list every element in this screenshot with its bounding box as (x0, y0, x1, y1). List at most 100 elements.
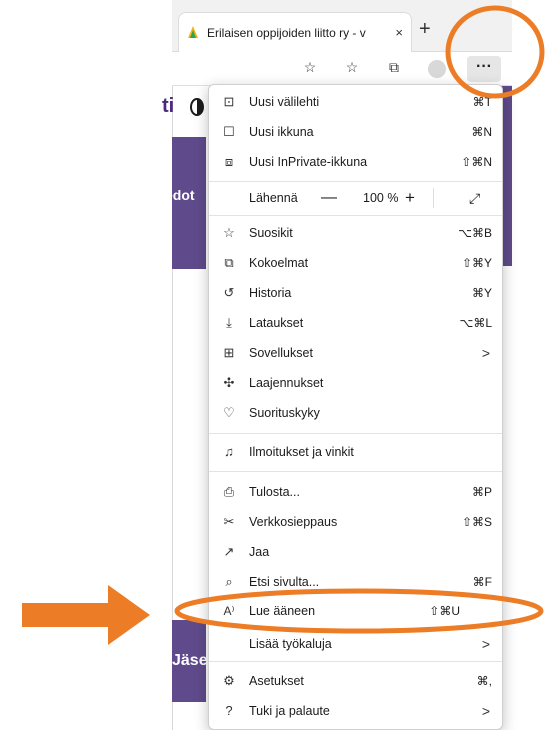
menu-item-share[interactable]: ↗ Jaa (209, 537, 502, 567)
menu-item-label: Suosikit (249, 226, 293, 240)
menu-item-more-tools[interactable]: Lisää työkaluja > (209, 629, 502, 659)
find-icon: ⌕ (225, 574, 233, 589)
menu-item-label: Sovellukset (249, 346, 313, 360)
menu-item-downloads[interactable]: ⤓ Lataukset ⌥⌘L (209, 308, 502, 338)
help-icon: ? (225, 703, 233, 718)
menu-item-label: Historia (249, 286, 292, 300)
collections-icon: ⧉ (224, 255, 234, 270)
menu-item-settings[interactable]: ⚙ Asetukset ⌘, (209, 666, 502, 696)
menu-item-new-tab[interactable]: ⊡ Uusi välilehti ⌘T (209, 87, 502, 117)
menu-item-label: Uusi välilehti (249, 95, 320, 109)
menu-item-label: Tulosta... (249, 485, 300, 499)
downloads-icon: ⤓ (226, 315, 232, 330)
menu-item-help[interactable]: ? Tuki ja palaute > (209, 696, 502, 726)
zoom-in-button[interactable]: + (405, 188, 415, 208)
tab-bar: Erilaisen oppijoiden liitto ry - v × + (172, 0, 512, 52)
site-favicon-icon (188, 25, 198, 38)
menu-item-shortcut: ⌥⌘L (459, 316, 492, 330)
page-banner-text: edot (165, 187, 195, 203)
inprivate-icon: ⧈ (224, 154, 234, 169)
menu-item-label: Laajennukset (249, 376, 324, 390)
chevron-right-icon: > (481, 636, 490, 652)
page-heading-fragment: ti (162, 95, 175, 117)
apps-icon: ⊞ (223, 345, 235, 360)
menu-separator (209, 471, 502, 472)
zoom-value: 100 % (363, 191, 399, 205)
menu-item-zoom: Lähennä — 100 % + ⤢ (209, 183, 502, 213)
window-icon: ☐ (223, 124, 235, 139)
menu-item-apps[interactable]: ⊞ Sovellukset > (209, 338, 502, 368)
menu-separator (209, 215, 502, 216)
bell-icon: ♫ (224, 444, 234, 459)
zoom-label: Lähennä (249, 191, 298, 205)
menu-item-shortcut: ⇧⌘U (429, 604, 460, 618)
performance-icon: ♡ (223, 405, 235, 420)
tab-close-icon[interactable]: × (395, 25, 403, 40)
menu-item-shortcut: ⇧⌘S (461, 515, 492, 529)
menu-item-shortcut: ⌘, (476, 674, 492, 688)
menu-item-label: Lataukset (249, 316, 304, 330)
zoom-divider (433, 188, 434, 208)
menu-item-label: Lue ääneen (249, 604, 316, 618)
menu-item-label: Uusi ikkuna (249, 125, 314, 139)
browser-tab[interactable]: Erilaisen oppijoiden liitto ry - v × (178, 12, 412, 52)
menu-item-label: Tuki ja palaute (249, 704, 330, 718)
new-tab-icon: ⊡ (223, 94, 235, 109)
print-icon: ⎙ (223, 484, 235, 499)
menu-item-collections[interactable]: ⧉ Kokoelmat ⇧⌘Y (209, 248, 502, 278)
settings-more-button[interactable]: ··· (467, 56, 501, 82)
menu-item-shortcut: ⌘P (471, 485, 492, 499)
menu-item-new-window[interactable]: ☐ Uusi ikkuna ⌘N (209, 117, 502, 147)
menu-item-shortcut: ⌘Y (471, 286, 492, 300)
menu-item-web-capture[interactable]: ✂ Verkkosieppaus ⇧⌘S (209, 507, 502, 537)
share-icon: ↗ (223, 544, 235, 559)
profile-avatar[interactable] (428, 60, 446, 78)
menu-item-shortcut: ⌥⌘B (458, 226, 492, 240)
collections-icon[interactable]: ⧉ (384, 59, 404, 79)
menu-item-favorites[interactable]: ☆ Suosikit ⌥⌘B (209, 218, 502, 248)
history-icon: ↺ (223, 285, 235, 300)
menu-item-shortcut: ⇧⌘N (461, 155, 492, 169)
menu-item-performance[interactable]: ♡ Suorituskyky (209, 398, 502, 428)
annotation-arrow-icon (22, 585, 150, 645)
menu-item-label: Lisää työkaluja (249, 637, 332, 651)
menu-item-new-inprivate[interactable]: ⧈ Uusi InPrivate-ikkuna ⇧⌘N (209, 147, 502, 177)
menu-separator (209, 433, 502, 434)
settings-icon: ⚙ (223, 673, 235, 688)
chevron-right-icon: > (481, 345, 490, 361)
menu-item-shortcut: ⇧⌘Y (461, 256, 492, 270)
menu-item-label: Etsi sivulta... (249, 575, 320, 589)
menu-item-shortcut: ⌘F (472, 575, 492, 589)
add-favorite-icon[interactable]: ☆ (300, 59, 320, 79)
settings-menu: ⊡ Uusi välilehti ⌘T ☐ Uusi ikkuna ⌘N ⧈ U… (208, 84, 503, 730)
menu-separator (209, 661, 502, 662)
menu-item-history[interactable]: ↺ Historia ⌘Y (209, 278, 502, 308)
zoom-out-button[interactable]: — (321, 189, 337, 207)
tab-title: Erilaisen oppijoiden liitto ry - v (207, 25, 366, 40)
fullscreen-icon[interactable]: ⤢ (469, 190, 480, 207)
favorites-icon: ☆ (223, 225, 235, 240)
extensions-icon: ✣ (223, 375, 235, 390)
menu-item-read-aloud[interactable]: A⁾ Lue ääneen ⇧⌘U (209, 596, 502, 626)
menu-item-label: Asetukset (249, 674, 304, 688)
favorites-icon[interactable]: ☆ (342, 59, 362, 79)
menu-item-label: Jaa (249, 545, 270, 559)
menu-item-label: Verkkosieppaus (249, 515, 338, 529)
menu-item-shortcut: ⌘N (471, 125, 492, 139)
contrast-icon[interactable] (190, 98, 204, 116)
browser-toolbar: ☆ ☆ ⧉ (172, 52, 512, 86)
menu-item-print[interactable]: ⎙ Tulosta... ⌘P (209, 477, 502, 507)
menu-item-extensions[interactable]: ✣ Laajennukset (209, 368, 502, 398)
page-banner (172, 137, 206, 269)
read-aloud-icon: A⁾ (223, 604, 235, 618)
menu-separator (209, 181, 502, 182)
menu-item-find[interactable]: ⌕ Etsi sivulta... ⌘F (209, 567, 502, 597)
menu-item-notifications[interactable]: ♫ Ilmoitukset ja vinkit (209, 437, 502, 467)
menu-item-label: Kokoelmat (249, 256, 309, 270)
menu-item-shortcut: ⌘T (472, 95, 492, 109)
web-capture-icon: ✂ (223, 514, 235, 529)
menu-item-label: Suorituskyky (249, 406, 320, 420)
menu-item-label: Uusi InPrivate-ikkuna (249, 155, 368, 169)
new-tab-button[interactable]: + (419, 18, 431, 41)
menu-item-label: Ilmoitukset ja vinkit (249, 445, 354, 459)
